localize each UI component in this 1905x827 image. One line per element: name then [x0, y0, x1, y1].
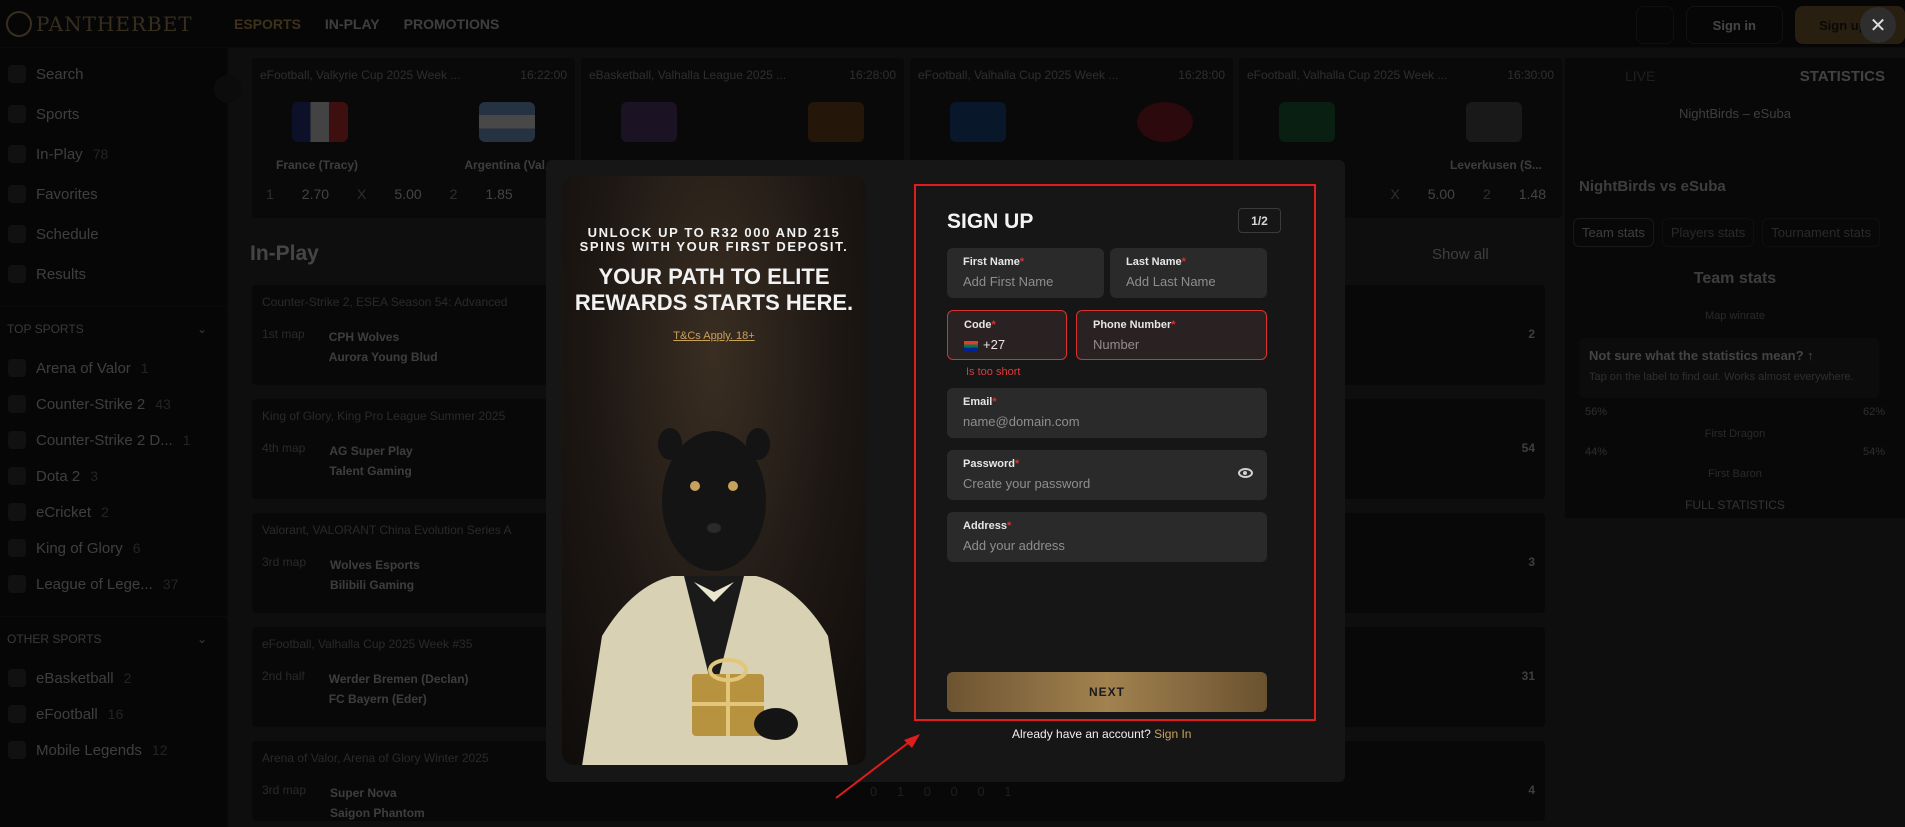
- terms-link[interactable]: T&Cs Apply. 18+: [562, 330, 866, 342]
- field-label: Phone Number*: [1093, 319, 1176, 331]
- last-name-input[interactable]: Add Last Name: [1126, 274, 1251, 289]
- form-title: SIGN UP: [947, 210, 1034, 233]
- field-label: Password*: [963, 458, 1020, 470]
- field-label: Address*: [963, 520, 1012, 532]
- phone-number-field[interactable]: Phone Number* Number: [1076, 310, 1267, 360]
- eye-icon[interactable]: [1238, 468, 1253, 478]
- promo-text: UNLOCK UP TO R32 000 AND 215 SPINS WITH …: [562, 225, 866, 343]
- step-indicator: 1/2: [1238, 208, 1281, 233]
- email-field[interactable]: Email* name@domain.com: [947, 388, 1267, 438]
- field-label: Email*: [963, 396, 997, 408]
- country-code-value[interactable]: +27: [964, 337, 1050, 352]
- field-label: Code*: [964, 319, 996, 331]
- last-name-field[interactable]: Last Name* Add Last Name: [1110, 248, 1267, 298]
- annotation-arrow-icon: [835, 734, 920, 799]
- next-button[interactable]: NEXT: [947, 672, 1267, 712]
- first-name-input[interactable]: Add First Name: [963, 274, 1088, 289]
- promo-line-1: UNLOCK UP TO R32 000 AND 215: [587, 225, 841, 240]
- first-name-field[interactable]: First Name* Add First Name: [947, 248, 1104, 298]
- field-label: First Name*: [963, 256, 1025, 268]
- field-label: Last Name*: [1126, 256, 1186, 268]
- south-africa-flag-icon: [964, 340, 978, 351]
- address-input[interactable]: Add your address: [963, 538, 1251, 553]
- panther-illustration: [582, 428, 848, 765]
- promo-banner: UNLOCK UP TO R32 000 AND 215 SPINS WITH …: [562, 176, 866, 765]
- password-input[interactable]: Create your password: [963, 476, 1251, 491]
- promo-line-2: SPINS WITH YOUR FIRST DEPOSIT.: [579, 239, 849, 254]
- promo-headline: YOUR PATH TO ELITE REWARDS STARTS HERE.: [574, 264, 854, 315]
- signup-modal: UNLOCK UP TO R32 000 AND 215 SPINS WITH …: [546, 160, 1345, 782]
- already-account-text: Already have an account? Sign In: [1012, 727, 1191, 741]
- sign-in-link[interactable]: Sign In: [1154, 727, 1191, 741]
- close-icon[interactable]: ✕: [1860, 7, 1896, 43]
- signup-form: SIGN UP 1/2 First Name* Add First Name L…: [914, 184, 1316, 721]
- phone-number-input[interactable]: Number: [1093, 337, 1250, 352]
- country-code-select[interactable]: Code* +27: [947, 310, 1067, 360]
- already-label: Already have an account?: [1012, 727, 1151, 741]
- address-field[interactable]: Address* Add your address: [947, 512, 1267, 562]
- password-field[interactable]: Password* Create your password: [947, 450, 1267, 500]
- email-input[interactable]: name@domain.com: [963, 414, 1251, 429]
- code-error-message: Is too short: [966, 366, 1021, 378]
